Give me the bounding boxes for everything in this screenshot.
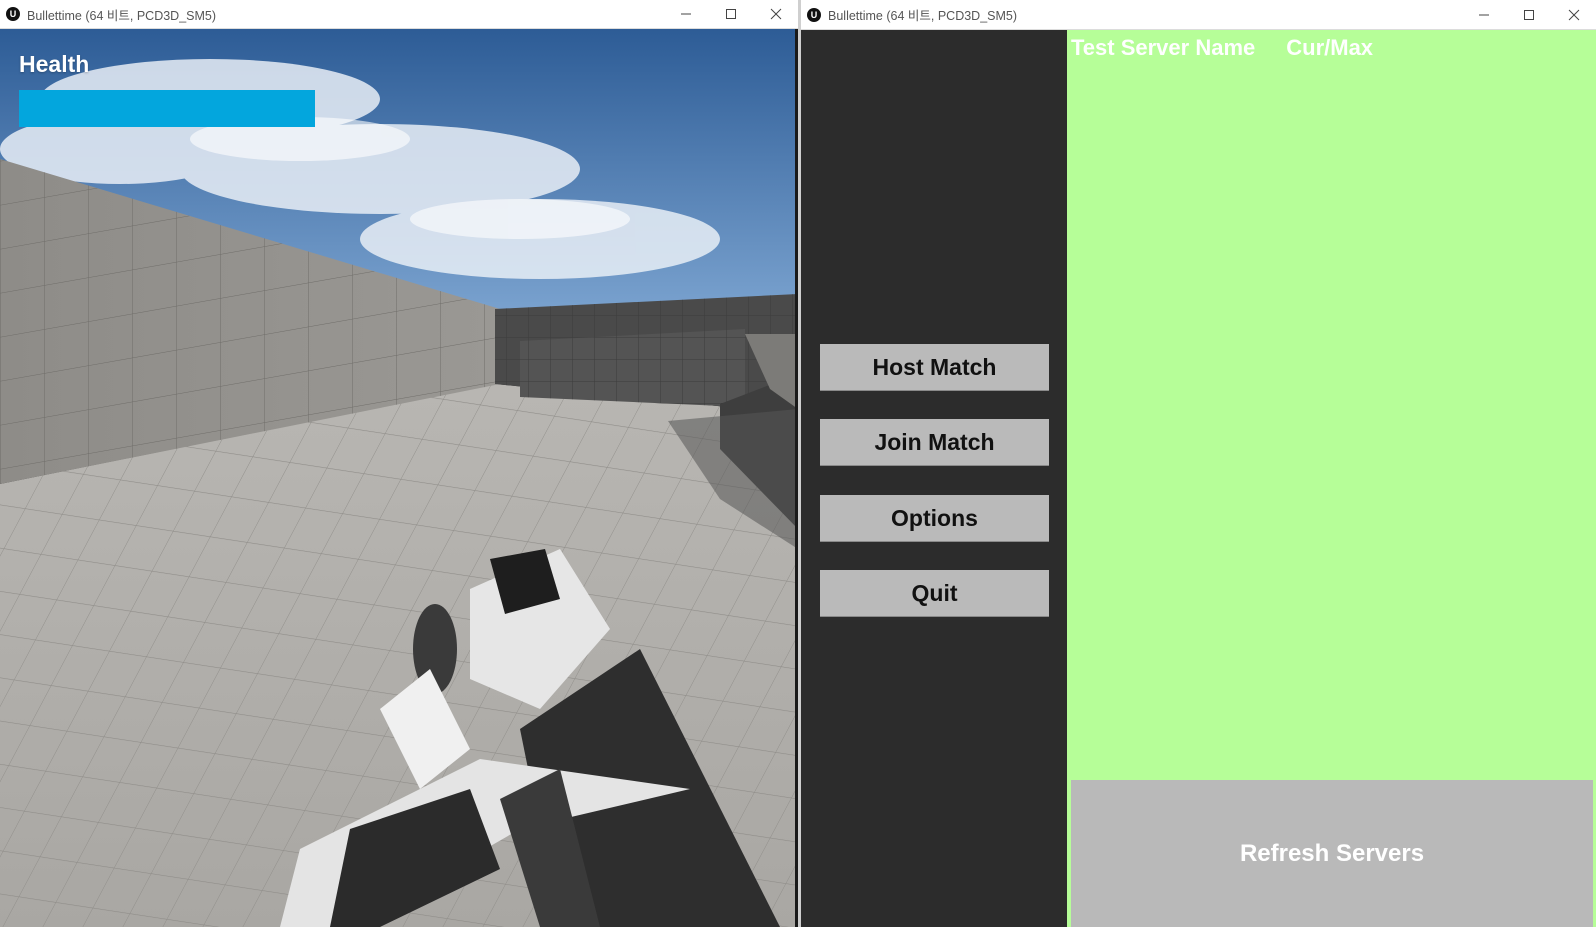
options-button[interactable]: Options <box>820 495 1049 541</box>
main-menu: Host Match Join Match Options Quit Test … <box>801 30 1596 927</box>
maximize-button[interactable] <box>708 0 753 28</box>
title-bar[interactable]: U Bullettime (64 비트, PCD3D_SM5) <box>0 0 798 29</box>
game-viewport[interactable]: Health <box>0 29 798 927</box>
minimize-button[interactable] <box>663 0 708 28</box>
close-button[interactable] <box>1551 0 1596 29</box>
title-bar[interactable]: U Bullettime (64 비트, PCD3D_SM5) <box>801 0 1596 30</box>
minimize-icon <box>1478 14 1489 15</box>
host-match-button[interactable]: Host Match <box>820 344 1049 390</box>
game-window-left[interactable]: U Bullettime (64 비트, PCD3D_SM5) Health <box>0 0 798 927</box>
health-label: Health <box>19 51 90 77</box>
game-window-right[interactable]: U Bullettime (64 비트, PCD3D_SM5) Host Mat… <box>801 0 1596 927</box>
close-icon <box>770 8 781 20</box>
game-scene <box>0 29 798 927</box>
unreal-logo-icon: U <box>807 7 821 22</box>
window-controls <box>663 0 798 28</box>
player-count-column-header: Cur/Max <box>1286 35 1374 60</box>
server-list-header: Test Server Name Cur/Max <box>1071 35 1373 61</box>
close-button[interactable] <box>753 0 798 28</box>
maximize-icon <box>1523 9 1534 20</box>
maximize-icon <box>725 9 736 19</box>
minimize-button[interactable] <box>1461 0 1506 29</box>
refresh-servers-button[interactable]: Refresh Servers <box>1071 780 1593 927</box>
server-list-panel[interactable]: Test Server Name Cur/Max Refresh Servers <box>1067 30 1596 927</box>
health-bar <box>19 90 315 127</box>
window-title: Bullettime (64 비트, PCD3D_SM5) <box>27 8 217 23</box>
health-bar-fill <box>19 90 315 127</box>
unreal-logo-icon: U <box>6 7 20 21</box>
quit-button[interactable]: Quit <box>820 570 1049 616</box>
window-title: Bullettime (64 비트, PCD3D_SM5) <box>828 9 1018 23</box>
join-match-button[interactable]: Join Match <box>820 419 1049 465</box>
server-name-column-header: Test Server Name <box>1071 35 1256 60</box>
maximize-button[interactable] <box>1506 0 1551 29</box>
close-icon <box>1568 9 1579 20</box>
window-controls <box>1461 0 1596 29</box>
minimize-icon <box>680 13 691 15</box>
